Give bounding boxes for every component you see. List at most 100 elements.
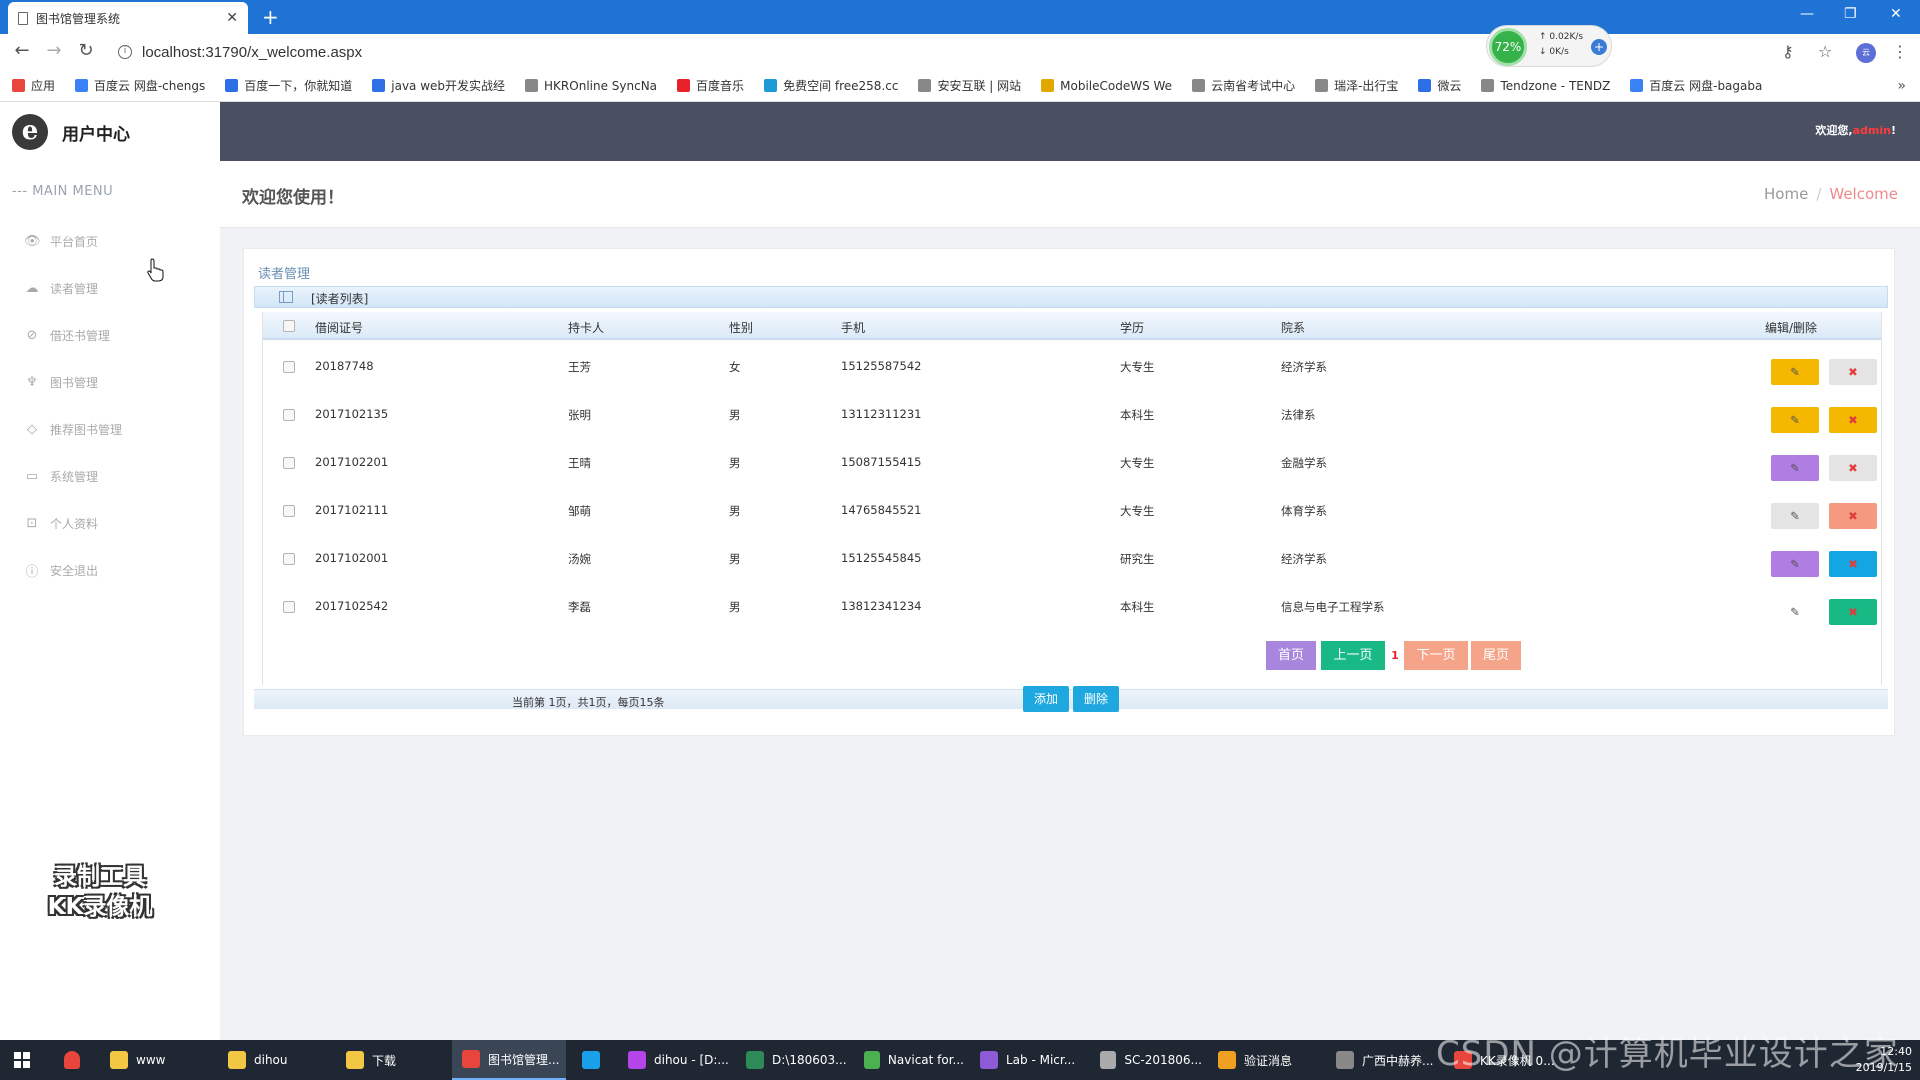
bookmark-item[interactable]: 云南省考试中心	[1192, 77, 1295, 94]
bookmark-item[interactable]: MobileCodeWS We	[1041, 79, 1172, 93]
delete-button[interactable]: 删除	[1073, 686, 1119, 712]
taskbar-app[interactable]: 验证消息	[1208, 1040, 1320, 1080]
back-icon[interactable]: ←	[6, 40, 38, 61]
delete-row-button[interactable]: ✖	[1829, 407, 1877, 433]
select-all-checkbox[interactable]	[283, 320, 295, 332]
profile-avatar[interactable]: 云	[1856, 43, 1876, 63]
screen-icon: ⊡	[26, 516, 38, 531]
taskbar-app[interactable]: dihou - [D:...	[618, 1040, 730, 1080]
taskbar-app[interactable]: dihou	[218, 1040, 330, 1080]
next-page-button[interactable]: 下一页	[1404, 641, 1468, 670]
taskbar-app[interactable]: Lab - Micr...	[970, 1040, 1084, 1080]
table-row: 2017102201 王晴 男 15087155415 大专生 金融学系 ✎ ✖	[263, 439, 1881, 487]
prev-page-button[interactable]: 上一页	[1321, 641, 1385, 670]
main-menu-heading: --- MAIN MENU	[12, 184, 114, 199]
edit-button[interactable]: ✎	[1771, 503, 1819, 529]
row-checkbox[interactable]	[283, 361, 295, 373]
row-checkbox[interactable]	[283, 457, 295, 469]
table-row: 20187748 王芳 女 15125587542 大专生 经济学系 ✎ ✖	[263, 343, 1881, 391]
table-row: 2017102001 汤婉 男 15125545845 研究生 经济学系 ✎ ✖	[263, 535, 1881, 583]
col-card-number-cell: 2017102111	[315, 503, 389, 517]
bookmark-item[interactable]: 百度音乐	[677, 77, 744, 94]
window-close-icon[interactable]: ✕	[1890, 6, 1902, 22]
taskbar-app[interactable]: 广西中赫养...	[1326, 1040, 1438, 1080]
last-page-button[interactable]: 尾页	[1471, 641, 1521, 670]
delete-row-button[interactable]: ✖	[1829, 551, 1877, 577]
site-info-icon[interactable]: i	[118, 45, 132, 59]
current-page-number[interactable]: 1	[1388, 641, 1402, 670]
row-checkbox[interactable]	[283, 409, 295, 421]
compass-icon: ⊘	[26, 328, 38, 343]
delete-row-button[interactable]: ✖	[1829, 359, 1877, 385]
first-page-button[interactable]: 首页	[1266, 641, 1316, 670]
add-button[interactable]: 添加	[1023, 686, 1069, 712]
row-checkbox[interactable]	[283, 505, 295, 517]
delete-row-button[interactable]: ✖	[1829, 503, 1877, 529]
sidebar-item[interactable]: ⓘ 安全退出	[24, 547, 122, 594]
reload-icon[interactable]: ↻	[70, 40, 102, 61]
edit-button[interactable]: ✎	[1771, 407, 1819, 433]
edit-button[interactable]: ✎	[1771, 455, 1819, 481]
sidebar-item[interactable]: 👁 平台首页	[24, 218, 122, 265]
edit-button[interactable]: ✎	[1771, 599, 1819, 625]
sidebar: e 用户中心 --- MAIN MENU 👁 平台首页 ☁ 读者管理 ⊘ 借还书管理 ♆ 图书…	[0, 102, 220, 1040]
taskbar-app-label: 下载	[372, 1053, 397, 1068]
key-icon[interactable]: ⚷	[1782, 42, 1794, 61]
taskbar-app[interactable]: D:\180603...	[736, 1040, 848, 1080]
bookmark-item[interactable]: 应用	[12, 77, 55, 94]
windows-start-icon[interactable]	[14, 1052, 30, 1068]
col-department-cell: 经济学系	[1281, 552, 1327, 566]
edit-button[interactable]: ✎	[1771, 551, 1819, 577]
bookmark-item[interactable]: 百度一下，你就知道	[225, 77, 352, 94]
col-department-cell: 金融学系	[1281, 456, 1327, 470]
address-bar[interactable]: i localhost:31790/x_welcome.aspx	[112, 40, 1472, 64]
close-tab-icon[interactable]: ✕	[226, 10, 238, 26]
bookmark-item[interactable]: 百度云 网盘-chengs	[75, 77, 205, 94]
sidebar-item[interactable]: ♆ 图书管理	[24, 359, 122, 406]
table-row: 2017102111 邹萌 男 14765845521 大专生 体育学系 ✎ ✖	[263, 487, 1881, 535]
sidebar-item[interactable]: ⊘ 借还书管理	[24, 312, 122, 359]
bookmark-star-icon[interactable]: ☆	[1818, 42, 1832, 61]
sidebar-item[interactable]: ☁ 读者管理	[24, 265, 122, 312]
sidebar-item[interactable]: ⊡ 个人资料	[24, 500, 122, 547]
col-card-number-cell: 2017102201	[315, 455, 389, 469]
taskbar-app[interactable]: Navicat for...	[854, 1040, 964, 1080]
minimize-icon[interactable]: —	[1800, 6, 1814, 22]
bookmark-item[interactable]: Tendzone - TENDZ	[1481, 79, 1610, 93]
bookmark-item[interactable]: 微云	[1418, 77, 1461, 94]
bookmark-item[interactable]: java web开发实战经	[372, 77, 505, 94]
delete-row-button[interactable]: ✖	[1829, 455, 1877, 481]
taskbar-app[interactable]: SC-201806...	[1090, 1040, 1202, 1080]
bookmarks-overflow-icon[interactable]: »	[1897, 78, 1906, 94]
taskbar-app[interactable]	[572, 1040, 614, 1080]
browser-menu-icon[interactable]: ⋮	[1892, 42, 1908, 61]
browser-tab[interactable]: 图书馆管理系统 ✕	[8, 2, 248, 34]
sidebar-item[interactable]: ◇ 推荐图书管理	[24, 406, 122, 453]
row-checkbox[interactable]	[283, 553, 295, 565]
table-row: 2017102542 李磊 男 13812341234 本科生 信息与电子工程学系 ✎ ✖	[263, 583, 1881, 631]
restore-icon[interactable]: ❐	[1844, 6, 1857, 22]
breadcrumb-home[interactable]: Home	[1764, 185, 1808, 203]
shield-app-icon[interactable]	[54, 1040, 94, 1080]
taskbar-app[interactable]: 图书馆管理...	[452, 1040, 566, 1080]
row-checkbox[interactable]	[283, 601, 295, 613]
taskbar-app-label: dihou - [D:...	[654, 1053, 729, 1067]
bookmark-item[interactable]: 安安互联 | 网站	[918, 77, 1021, 94]
bookmark-label: 瑞泽-出行宝	[1334, 79, 1399, 93]
forward-icon[interactable]: →	[38, 40, 70, 61]
new-tab-button[interactable]: +	[262, 5, 279, 29]
sidebar-item[interactable]: ▭ 系统管理	[24, 453, 122, 500]
monitor-icon: ▭	[25, 469, 39, 484]
edit-button[interactable]: ✎	[1771, 359, 1819, 385]
bookmark-item[interactable]: HKROnline SyncNa	[525, 79, 657, 93]
upload-speed: ↑ 0.02K/s	[1539, 32, 1584, 42]
bookmark-item[interactable]: 免费空间 free258.cc	[764, 77, 898, 94]
username-link[interactable]: admin	[1853, 124, 1891, 137]
delete-row-button[interactable]: ✖	[1829, 599, 1877, 625]
bookmark-item[interactable]: 百度云 网盘-bagaba	[1630, 77, 1762, 94]
taskbar-app[interactable]: www	[100, 1040, 212, 1080]
bookmark-item[interactable]: 瑞泽-出行宝	[1315, 77, 1398, 94]
table-header: 借阅证号 持卡人 性别 手机 学历 院系 编辑/删除	[263, 312, 1881, 340]
speed-plus-icon[interactable]: +	[1591, 39, 1607, 55]
taskbar-app[interactable]: 下载	[336, 1040, 446, 1080]
